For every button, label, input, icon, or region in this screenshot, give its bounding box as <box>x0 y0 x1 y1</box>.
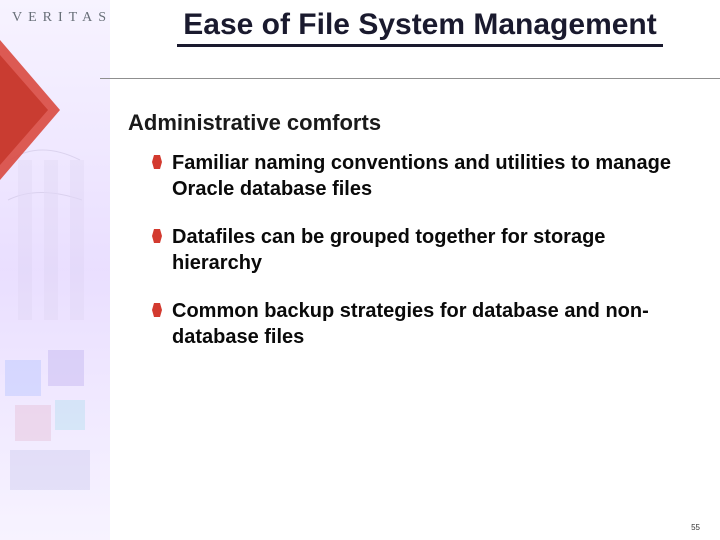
list-item-text: Datafiles can be grouped together for st… <box>172 224 690 276</box>
list-item: Datafiles can be grouped together for st… <box>152 224 690 276</box>
page-number: 55 <box>691 523 700 532</box>
bullet-icon <box>152 229 162 243</box>
list-item-text: Common backup strategies for database an… <box>172 298 690 350</box>
horizontal-rule <box>100 78 720 79</box>
sidebar-art <box>0 0 110 540</box>
bullet-icon <box>152 303 162 317</box>
section-heading: Administrative comforts <box>128 110 381 136</box>
list-item-text: Familiar naming conventions and utilitie… <box>172 150 690 202</box>
bullet-icon <box>152 155 162 169</box>
bullet-list: Familiar naming conventions and utilitie… <box>152 150 690 372</box>
slide-title: Ease of File System Management <box>177 8 663 47</box>
list-item: Common backup strategies for database an… <box>152 298 690 350</box>
title-container: Ease of File System Management <box>120 8 720 47</box>
list-item: Familiar naming conventions and utilitie… <box>152 150 690 202</box>
logo: VERITAS <box>12 10 112 26</box>
logo-text: VERITAS <box>12 10 112 25</box>
